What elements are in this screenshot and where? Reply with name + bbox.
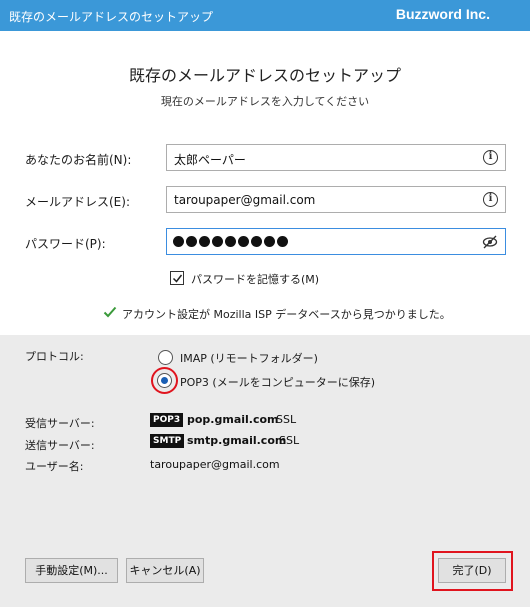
smtp-badge: SMTP	[150, 434, 185, 448]
page-subtitle: 現在のメールアドレスを入力してください	[160, 95, 370, 108]
highlight-circle	[151, 367, 178, 394]
highlight-rect	[432, 551, 513, 591]
info-icon[interactable]: i	[483, 150, 498, 165]
pop3-label: POP3 (メールをコンピューターに保存)	[180, 376, 376, 389]
email-label: メールアドレス(E):	[25, 195, 130, 209]
title-bar: 既存のメールアドレスのセットアップ Buzzword Inc.	[0, 0, 530, 31]
imap-radio[interactable]	[158, 350, 173, 365]
name-value: 太郎ペーパー	[174, 153, 246, 167]
outgoing-host: smtp.gmail.com	[187, 434, 287, 447]
protocol-label: プロトコル:	[25, 350, 84, 363]
status-text: アカウント設定が Mozilla ISP データベースから見つかりました。	[122, 308, 451, 321]
email-value: taroupaper@gmail.com	[174, 193, 316, 207]
password-label: パスワード(P):	[25, 237, 106, 251]
password-mask	[173, 234, 288, 247]
email-field[interactable]: taroupaper@gmail.com i	[166, 186, 506, 213]
outgoing-server-row: SMTP smtp.gmail.com SSL	[0, 434, 530, 450]
imap-label: IMAP (リモートフォルダー)	[180, 352, 318, 365]
username-label: ユーザー名:	[25, 460, 84, 473]
cancel-button[interactable]: キャンセル(A)	[126, 558, 204, 583]
brand-label: Buzzword Inc.	[395, 6, 490, 22]
manual-config-button[interactable]: 手動設定(M)...	[25, 558, 118, 583]
name-label: あなたのお名前(N):	[25, 153, 132, 167]
username-value: taroupaper@gmail.com	[150, 458, 280, 471]
pop3-badge: POP3	[150, 413, 184, 427]
check-icon	[103, 306, 117, 318]
incoming-host: pop.gmail.com	[187, 413, 279, 426]
window-title: 既存のメールアドレスのセットアップ	[9, 10, 214, 24]
page-title: 既存のメールアドレスのセットアップ	[128, 66, 401, 85]
outgoing-ssl: SSL	[279, 434, 300, 447]
info-icon[interactable]: i	[483, 192, 498, 207]
incoming-ssl: SSL	[276, 413, 297, 426]
incoming-server-row: POP3 pop.gmail.com SSL	[0, 413, 530, 429]
eye-slash-icon[interactable]	[482, 235, 498, 249]
password-field[interactable]	[166, 228, 506, 255]
remember-label: パスワードを記憶する(M)	[191, 273, 320, 286]
name-field[interactable]: 太郎ペーパー i	[166, 144, 506, 171]
remember-checkbox[interactable]	[170, 271, 184, 285]
